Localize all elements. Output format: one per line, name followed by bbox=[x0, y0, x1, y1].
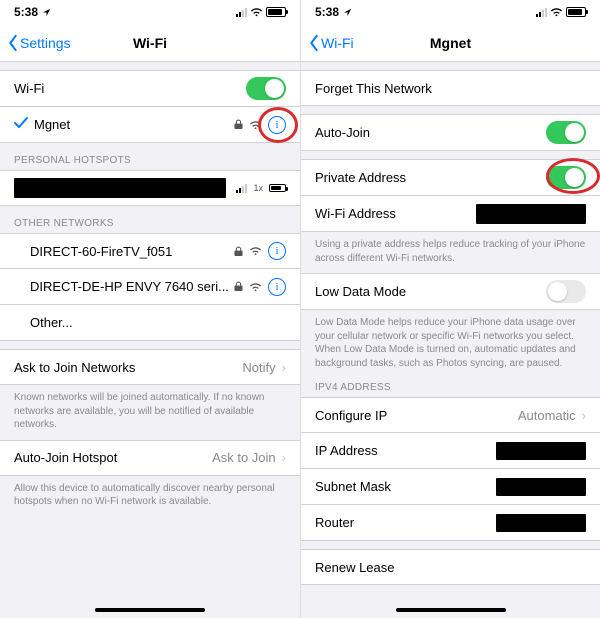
auto-join-hotspot-value: Ask to Join bbox=[212, 450, 276, 465]
wifi-address-cell: Wi-Fi Address bbox=[301, 196, 600, 232]
auto-join-cell[interactable]: Auto-Join bbox=[301, 114, 600, 151]
ask-to-join-footer: Known networks will be joined automatica… bbox=[0, 385, 300, 440]
ask-to-join-value: Notify bbox=[242, 360, 275, 375]
status-bar: 5:38 bbox=[301, 0, 600, 24]
hotspot-signal: 1x bbox=[253, 183, 263, 193]
status-time: 5:38 bbox=[14, 5, 38, 19]
auto-join-hotspot-cell[interactable]: Auto-Join Hotspot Ask to Join › bbox=[0, 440, 300, 476]
home-indicator[interactable] bbox=[95, 608, 205, 612]
network-detail-screen: 5:38 Wi-Fi Mgnet Forget This Network Aut… bbox=[300, 0, 600, 618]
wifi-icon bbox=[550, 7, 563, 17]
back-label: Wi-Fi bbox=[321, 35, 354, 51]
lock-icon bbox=[234, 281, 243, 292]
info-icon[interactable]: i bbox=[268, 116, 286, 134]
other-networks-header: OTHER NETWORKS bbox=[0, 206, 300, 233]
configure-ip-cell[interactable]: Configure IP Automatic › bbox=[301, 397, 600, 433]
hotspot-cell[interactable]: 1x bbox=[0, 170, 300, 206]
hotspot-name-redacted bbox=[14, 178, 226, 198]
subnet-value-redacted bbox=[496, 478, 586, 496]
low-data-footer: Low Data Mode helps reduce your iPhone d… bbox=[301, 310, 600, 378]
router-value-redacted bbox=[496, 514, 586, 532]
chevron-right-icon: › bbox=[282, 450, 286, 465]
wifi-master-toggle-cell[interactable]: Wi-Fi bbox=[0, 70, 300, 107]
configure-ip-value: Automatic bbox=[518, 408, 576, 423]
wifi-icon bbox=[249, 246, 262, 256]
private-address-cell[interactable]: Private Address bbox=[301, 159, 600, 196]
wifi-list-screen: 5:38 Settings Wi-Fi Wi-Fi Mgnet i P bbox=[0, 0, 300, 618]
auto-join-hotspot-label: Auto-Join Hotspot bbox=[14, 450, 212, 465]
renew-lease-button[interactable]: Renew Lease bbox=[301, 549, 600, 585]
status-bar: 5:38 bbox=[0, 0, 300, 24]
ip-address-cell: IP Address bbox=[301, 433, 600, 469]
renew-lease-label: Renew Lease bbox=[315, 560, 586, 575]
connected-network-name: Mgnet bbox=[34, 117, 234, 132]
other-label: Other... bbox=[30, 315, 286, 330]
ask-to-join-cell[interactable]: Ask to Join Networks Notify › bbox=[0, 349, 300, 385]
wifi-master-label: Wi-Fi bbox=[14, 81, 246, 96]
chevron-right-icon: › bbox=[582, 408, 586, 423]
cellular-icon bbox=[236, 8, 247, 17]
lock-icon bbox=[234, 246, 243, 257]
ask-to-join-label: Ask to Join Networks bbox=[14, 360, 242, 375]
configure-ip-label: Configure IP bbox=[315, 408, 518, 423]
battery-icon bbox=[266, 7, 286, 17]
info-icon[interactable]: i bbox=[268, 278, 286, 296]
private-address-footer: Using a private address helps reduce tra… bbox=[301, 232, 600, 273]
status-time: 5:38 bbox=[315, 5, 339, 19]
forget-network-button[interactable]: Forget This Network bbox=[301, 70, 600, 106]
chevron-left-icon bbox=[307, 34, 321, 52]
wifi-address-label: Wi-Fi Address bbox=[315, 206, 476, 221]
nav-bar: Settings Wi-Fi bbox=[0, 24, 300, 62]
low-data-toggle[interactable] bbox=[546, 280, 586, 303]
other-network-button[interactable]: Other... bbox=[0, 305, 300, 341]
check-icon bbox=[14, 117, 32, 132]
network-name: DIRECT-60-FireTV_f051 bbox=[30, 244, 234, 259]
subnet-mask-cell: Subnet Mask bbox=[301, 469, 600, 505]
private-address-toggle[interactable] bbox=[546, 166, 586, 189]
wifi-icon bbox=[249, 120, 262, 130]
ipv4-header: IPV4 ADDRESS bbox=[301, 378, 600, 397]
low-data-mode-cell[interactable]: Low Data Mode bbox=[301, 273, 600, 310]
ip-address-label: IP Address bbox=[315, 443, 496, 458]
router-label: Router bbox=[315, 515, 496, 530]
lock-icon bbox=[234, 119, 243, 130]
home-indicator[interactable] bbox=[396, 608, 506, 612]
cellular-icon bbox=[536, 8, 547, 17]
low-data-label: Low Data Mode bbox=[315, 284, 546, 299]
connected-network-cell[interactable]: Mgnet i bbox=[0, 107, 300, 143]
auto-join-toggle[interactable] bbox=[546, 121, 586, 144]
battery-icon bbox=[269, 184, 286, 192]
back-label: Settings bbox=[20, 35, 71, 51]
forget-label: Forget This Network bbox=[315, 81, 586, 96]
nav-bar: Wi-Fi Mgnet bbox=[301, 24, 600, 62]
wifi-icon bbox=[249, 282, 262, 292]
battery-icon bbox=[566, 7, 586, 17]
auto-join-label: Auto-Join bbox=[315, 125, 546, 140]
wifi-icon bbox=[250, 7, 263, 17]
location-icon bbox=[343, 8, 352, 17]
subnet-label: Subnet Mask bbox=[315, 479, 496, 494]
back-button[interactable]: Settings bbox=[0, 34, 71, 52]
auto-join-hotspot-footer: Allow this device to automatically disco… bbox=[0, 476, 300, 517]
personal-hotspots-header: PERSONAL HOTSPOTS bbox=[0, 143, 300, 170]
location-icon bbox=[42, 8, 51, 17]
network-row[interactable]: DIRECT-60-FireTV_f051 i bbox=[0, 233, 300, 269]
ip-value-redacted bbox=[496, 442, 586, 460]
network-name: DIRECT-DE-HP ENVY 7640 seri... bbox=[30, 279, 234, 294]
chevron-right-icon: › bbox=[282, 360, 286, 375]
private-address-label: Private Address bbox=[315, 170, 546, 185]
wifi-address-value-redacted bbox=[476, 204, 586, 224]
info-icon[interactable]: i bbox=[268, 242, 286, 260]
wifi-toggle[interactable] bbox=[246, 77, 286, 100]
chevron-left-icon bbox=[6, 34, 20, 52]
back-button[interactable]: Wi-Fi bbox=[301, 34, 354, 52]
router-cell: Router bbox=[301, 505, 600, 541]
network-row[interactable]: DIRECT-DE-HP ENVY 7640 seri... i bbox=[0, 269, 300, 305]
cellular-icon bbox=[236, 184, 247, 193]
